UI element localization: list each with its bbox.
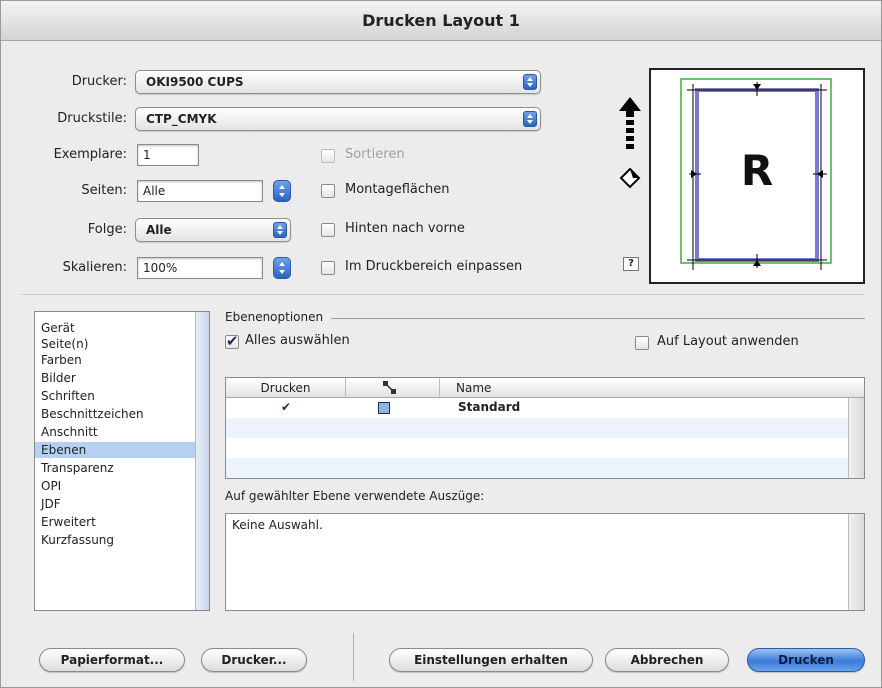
drucker-value: OKI9500 CUPS <box>146 75 244 89</box>
category-item-seiten[interactable]: Seite(n) <box>35 336 195 352</box>
sortieren-checkbox[interactable] <box>321 149 335 163</box>
folge-popup[interactable]: Alle <box>135 218 291 242</box>
drucker-popup[interactable]: OKI9500 CUPS <box>135 70 541 94</box>
table-header: Drucken Name <box>226 378 864 398</box>
select-all-label: Alles auswählen <box>245 333 350 348</box>
popup-arrows-icon <box>273 222 287 238</box>
druckbereich-label: Im Druckbereich einpassen <box>345 259 523 274</box>
folge-value: Alle <box>146 223 172 237</box>
category-item-ebenen[interactable]: Ebenen <box>35 442 195 458</box>
row-print-check-icon[interactable]: ✔ <box>278 400 294 414</box>
select-all-checkbox[interactable] <box>225 332 239 350</box>
category-item-opi[interactable]: OPI <box>35 478 195 494</box>
plates-value: Keine Auswahl. <box>232 518 323 532</box>
rotate-page-icon[interactable] <box>619 167 641 189</box>
popup-arrows-icon <box>523 74 537 90</box>
category-list[interactable]: Gerät Seite(n) Farben Bilder Schriften B… <box>34 311 210 611</box>
column-name[interactable]: Name <box>440 378 864 398</box>
exemplare-label: Exemplare: <box>53 147 127 162</box>
category-item-erweitert[interactable]: Erweitert <box>35 514 195 530</box>
drucken-button[interactable]: Drucken <box>747 648 865 672</box>
seiten-stepper[interactable] <box>273 180 291 202</box>
einstellungen-erhalten-button[interactable]: Einstellungen erhalten <box>389 648 593 672</box>
plates-label: Auf gewählter Ebene verwendete Auszüge: <box>225 489 485 503</box>
layer-color-swatch <box>378 402 390 414</box>
abbrechen-button[interactable]: Abbrechen <box>605 648 729 672</box>
table-row-empty <box>226 458 848 478</box>
layer-name: Standard <box>458 400 521 414</box>
section-title: Ebenenoptionen <box>225 310 324 324</box>
popup-arrows-icon <box>523 111 537 127</box>
drucker-button[interactable]: Drucker... <box>201 648 307 672</box>
folge-label: Folge: <box>87 222 127 237</box>
skalieren-field[interactable]: 100% <box>137 257 263 279</box>
category-item-schriften[interactable]: Schriften <box>35 388 195 404</box>
top-separator <box>21 294 865 295</box>
column-print[interactable]: Drucken <box>226 378 346 398</box>
category-item-geraet[interactable]: Gerät <box>35 320 195 336</box>
montageflaechen-label: Montageflächen <box>345 182 450 197</box>
apply-layout-label: Auf Layout anwenden <box>657 334 799 349</box>
hinten-nach-vorne-label: Hinten nach vorne <box>345 221 465 236</box>
papierformat-button[interactable]: Papierformat... <box>39 648 185 672</box>
help-icon[interactable]: ? <box>623 257 639 271</box>
hinten-nach-vorne-checkbox[interactable] <box>321 223 335 237</box>
window-title: Drucken Layout 1 <box>1 1 881 41</box>
section-rule <box>331 318 865 319</box>
category-item-anschnitt[interactable]: Anschnitt <box>35 424 195 440</box>
montageflaechen-checkbox[interactable] <box>321 184 335 198</box>
category-item-jdf[interactable]: JDF <box>35 496 195 512</box>
drucker-label: Drucker: <box>71 74 127 89</box>
category-item-farben[interactable]: Farben <box>35 352 195 368</box>
table-row[interactable]: ✔ Standard <box>226 398 848 418</box>
seiten-field[interactable]: Alle <box>137 180 263 202</box>
feed-direction-icon <box>619 97 641 149</box>
page-preview: R <box>649 68 865 284</box>
sortieren-label: Sortieren <box>345 147 405 162</box>
column-link[interactable] <box>346 378 440 398</box>
plates-scrollbar[interactable] <box>848 514 864 610</box>
plates-box: Keine Auswahl. <box>225 513 865 611</box>
preview-letter: R <box>740 146 774 195</box>
button-separator <box>353 633 354 681</box>
apply-layout-checkbox[interactable] <box>635 336 649 350</box>
skalieren-stepper[interactable] <box>273 257 291 279</box>
table-scrollbar[interactable] <box>848 398 864 478</box>
layers-table: Drucken Name ✔ Standard <box>225 377 865 479</box>
druckstile-label: Druckstile: <box>57 111 127 126</box>
druckstile-value: CTP_CMYK <box>146 112 217 126</box>
print-dialog: Drucken Layout 1 Drucker: OKI9500 CUPS D… <box>0 0 882 688</box>
category-item-beschnittzeichen[interactable]: Beschnittzeichen <box>35 406 195 422</box>
druckbereich-checkbox[interactable] <box>321 261 335 275</box>
link-icon <box>383 381 396 394</box>
category-scrollbar[interactable] <box>195 312 209 610</box>
skalieren-label: Skalieren: <box>62 260 127 275</box>
seiten-label: Seiten: <box>81 183 127 198</box>
table-row-empty <box>226 438 848 458</box>
category-item-bilder[interactable]: Bilder <box>35 370 195 386</box>
table-row-empty <box>226 418 848 438</box>
exemplare-field[interactable]: 1 <box>137 144 199 166</box>
category-item-transparenz[interactable]: Transparenz <box>35 460 195 476</box>
druckstile-popup[interactable]: CTP_CMYK <box>135 107 541 131</box>
category-item-kurzfassung[interactable]: Kurzfassung <box>35 532 195 548</box>
